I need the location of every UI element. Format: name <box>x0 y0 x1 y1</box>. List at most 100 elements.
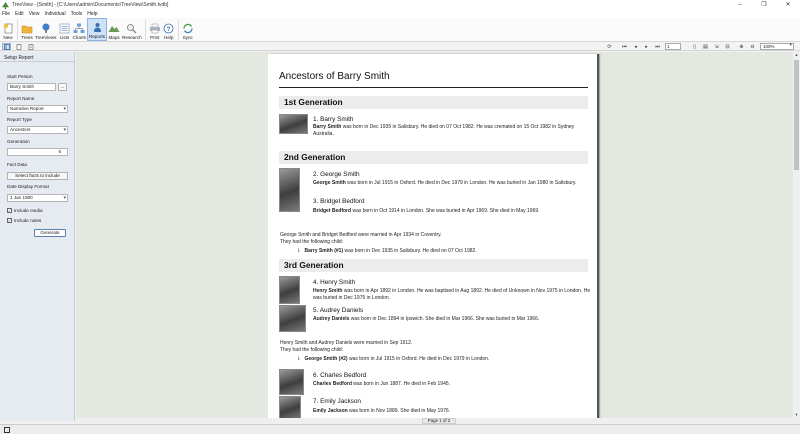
report-type-label: Report Type <box>7 117 32 122</box>
person-description-2: George Smith was born in Jul 1915 in Oxf… <box>313 180 577 186</box>
export-icon[interactable]: ⊟ <box>724 43 731 50</box>
person-name-7: 7. Emily Jackson <box>313 398 361 405</box>
print-button[interactable]: Print <box>148 18 162 41</box>
vertical-scrollbar[interactable]: ▲ ▼ <box>793 52 800 418</box>
help-button[interactable]: ? Help <box>162 18 176 41</box>
ribbon-toolbar: New Trees TreeViews Lists Charts Reports… <box>0 18 800 42</box>
report-toolbar: ⟳ ⏮ ◂ ▸ ⏭ 1 ▯ ▤ ⇲ ⊟ ⊕ ⊖ 100% <box>0 42 800 51</box>
charts-button[interactable]: Charts <box>71 18 87 41</box>
generation-stepper[interactable]: 6 <box>7 148 68 156</box>
setup-report-panel: Setup Report Start Person Barry Smith ..… <box>0 52 75 421</box>
trees-folder-icon <box>21 22 33 34</box>
person-description-6: Charles Bedford was born in Jun 1887. He… <box>313 381 451 387</box>
person-name-5: 5. Audrey Daniels <box>313 307 364 314</box>
svg-text:?: ? <box>167 25 171 32</box>
person-description-4: Henry Smith was born in Apr 1892 in Lond… <box>313 288 591 301</box>
person-name-1: 1. Barry Smith <box>313 116 354 123</box>
new-file-icon <box>2 22 14 34</box>
generation-heading-3: 3rd Generation <box>279 259 588 272</box>
help-icon: ? <box>163 22 175 34</box>
person-description-5: Audrey Daniels was born in Dec 1894 in I… <box>313 316 540 322</box>
photo-audrey-daniels <box>279 305 306 332</box>
marriage-note-2: Henry Smith and Audrey Daniels were marr… <box>280 340 413 353</box>
reports-button[interactable]: Reports <box>86 18 108 41</box>
generation-label: Generation <box>7 139 30 144</box>
child-entry-1: i. Barry Smith (#1) was born in Dec 1935 … <box>298 248 477 254</box>
treeviews-icon <box>40 22 52 34</box>
new-button[interactable]: New <box>1 18 15 41</box>
checkmark-icon: ✓ <box>7 218 12 223</box>
report-name-select[interactable]: Narrative Report <box>7 105 68 113</box>
zoom-out-icon[interactable]: ⊖ <box>749 43 756 50</box>
setup-view-icon <box>3 43 10 50</box>
date-format-label: Date Display Format <box>7 184 49 189</box>
include-media-checkbox[interactable]: ✓ Include media <box>7 208 43 213</box>
setup-view-button[interactable] <box>2 43 11 50</box>
lists-button[interactable]: Lists <box>57 18 71 41</box>
generate-button[interactable]: Generate <box>34 229 66 237</box>
previous-page-icon[interactable]: ◂ <box>632 43 639 50</box>
last-page-icon[interactable]: ⏭ <box>654 43 661 50</box>
person-description-1: Barry Smith was born in Dec 1935 in Sali… <box>313 124 575 137</box>
fit-width-icon[interactable]: ⇲ <box>713 43 720 50</box>
start-person-field[interactable]: Barry Smith <box>7 83 56 91</box>
fact-data-label: Fact Data <box>7 162 27 167</box>
research-button[interactable]: Research <box>121 18 143 41</box>
checkmark-icon: ✓ <box>7 208 12 213</box>
start-person-label: Start Person <box>7 74 33 79</box>
page-setup-icon[interactable]: ▤ <box>702 43 709 50</box>
research-icon <box>126 22 138 34</box>
page-number-input[interactable]: 1 <box>665 43 681 50</box>
single-page-icon[interactable]: ▯ <box>691 43 698 50</box>
refresh-icon[interactable]: ⟳ <box>606 43 613 50</box>
report-type-select[interactable]: Ancestors <box>7 126 68 134</box>
document-view-icon <box>28 43 33 50</box>
include-notes-checkbox[interactable]: ✓ Include notes <box>7 218 41 223</box>
maximize-button[interactable]: ❐ <box>752 0 776 10</box>
generation-heading-1: 1st Generation <box>279 96 588 109</box>
scroll-up-icon[interactable]: ▲ <box>793 52 800 58</box>
menu-view[interactable]: View <box>29 11 40 17</box>
person-name-3: 3. Bridget Bedford <box>313 198 365 205</box>
zoom-in-icon[interactable]: ⊕ <box>738 43 745 50</box>
menu-help[interactable]: Help <box>87 11 97 17</box>
report-name-label: Report Name <box>7 96 35 101</box>
browse-person-button[interactable]: ... <box>58 83 67 91</box>
charts-icon <box>73 22 85 34</box>
person-description-7: Emily Jackson was born in Nov 1889. She … <box>313 408 451 414</box>
photo-charles-bedford <box>279 369 304 395</box>
close-button[interactable]: ✕ <box>776 0 800 10</box>
minimize-button[interactable]: – <box>728 0 752 10</box>
sync-icon <box>182 22 194 34</box>
zoom-select[interactable]: 100% <box>760 43 794 50</box>
sync-button[interactable]: Sync <box>181 18 195 41</box>
first-page-icon[interactable]: ⏮ <box>621 43 628 50</box>
page-view-button[interactable] <box>14 43 23 50</box>
next-page-icon[interactable]: ▸ <box>643 43 650 50</box>
app-icon <box>2 1 9 9</box>
maps-icon <box>108 22 120 34</box>
trees-button[interactable]: Trees <box>20 18 34 41</box>
lists-icon <box>58 22 70 34</box>
maps-button[interactable]: Maps <box>107 18 121 41</box>
report-page: Ancestors of Barry Smith 1st Generation … <box>268 54 599 418</box>
document-view-button[interactable] <box>26 43 35 50</box>
status-icon[interactable] <box>4 427 10 433</box>
menu-file[interactable]: File <box>2 11 10 17</box>
reports-icon <box>91 21 103 33</box>
report-title: Ancestors of Barry Smith <box>279 71 390 82</box>
photo-emily-jackson <box>279 396 301 418</box>
menu-edit[interactable]: Edit <box>15 11 24 17</box>
menu-individual[interactable]: Individual <box>44 11 65 17</box>
treeviews-button[interactable]: TreeViews <box>34 18 57 41</box>
child-entry-2: i. George Smith (#2) was born in Jul 1915… <box>298 356 490 362</box>
photo-henry-smith <box>279 276 300 304</box>
status-bar <box>0 424 800 434</box>
select-facts-button[interactable]: Select facts to include <box>7 172 68 180</box>
menu-tools[interactable]: Tools <box>71 11 83 17</box>
date-format-select[interactable]: 1 Jan 1900 <box>7 194 68 202</box>
title-divider <box>279 87 588 88</box>
scroll-thumb[interactable] <box>794 60 799 170</box>
generation-heading-2: 2nd Generation <box>279 151 588 164</box>
photo-george-smith <box>279 168 300 212</box>
